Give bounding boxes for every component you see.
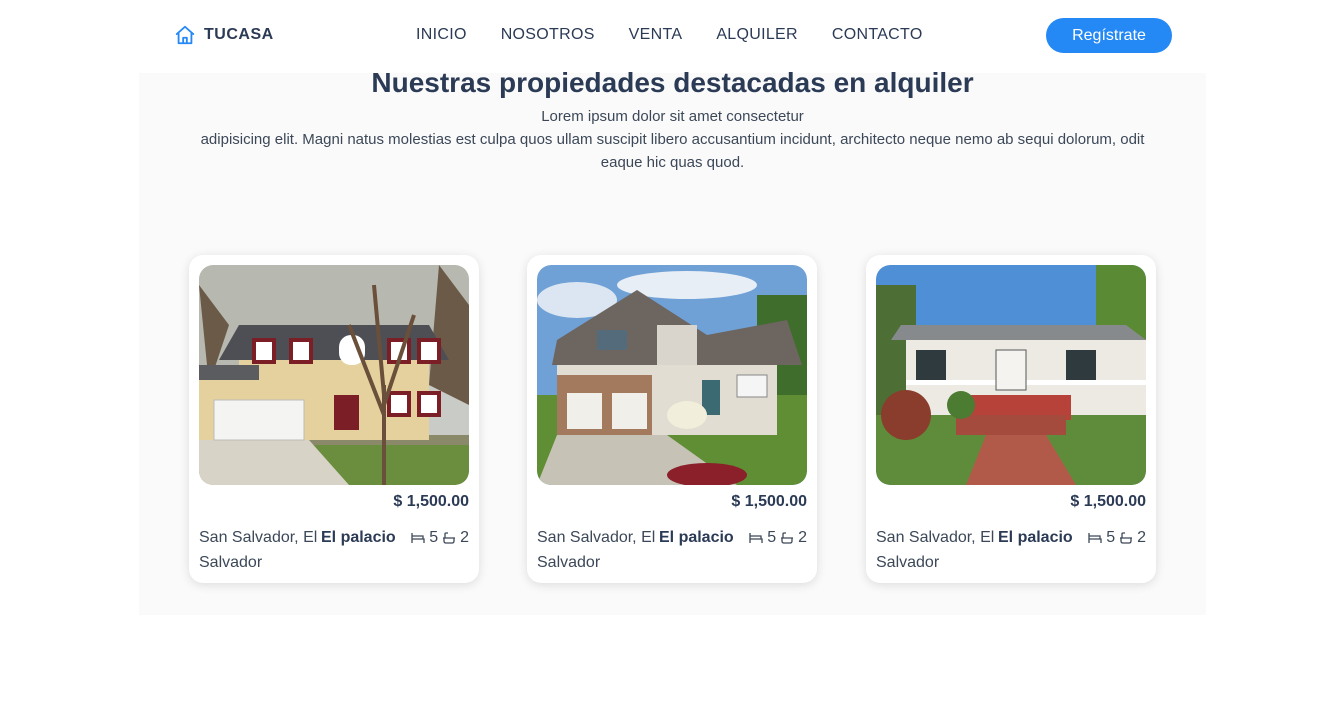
bathroom-count: 2	[798, 529, 807, 546]
property-name: El palacio	[998, 529, 1073, 546]
property-location: San Salvador, El Salvador	[876, 529, 995, 571]
property-price: $ 1,500.00	[393, 493, 469, 510]
register-button[interactable]: Regístrate	[1046, 18, 1172, 53]
section-description: Lorem ipsum dolor sit amet consectetur a…	[199, 105, 1146, 174]
bed-icon	[411, 532, 425, 543]
home-icon	[175, 25, 195, 45]
section-title: Nuestras propiedades destacadas en alqui…	[371, 67, 974, 98]
property-card[interactable]: $ 1,500.00 San Salvador, El Salvador El …	[866, 255, 1156, 583]
description-line-2: adipisicing elit. Magni natus molestias …	[200, 131, 1145, 171]
property-price: $ 1,500.00	[1070, 493, 1146, 510]
property-name: El palacio	[659, 529, 734, 546]
description-line-1: Lorem ipsum dolor sit amet consectetur	[541, 108, 804, 125]
property-features: 5 2	[411, 525, 469, 550]
top-navbar: TUCASA INICIO NOSOTROS VENTA ALQUILER CO…	[0, 0, 1342, 72]
bed-icon	[1088, 532, 1102, 543]
property-price: $ 1,500.00	[731, 493, 807, 510]
property-photo	[199, 265, 469, 485]
nav-link-venta[interactable]: VENTA	[629, 26, 683, 44]
property-card[interactable]: $ 1,500.00 San Salvador, El Salvador El …	[189, 255, 479, 583]
nav-link-inicio[interactable]: INICIO	[416, 26, 467, 44]
bathroom-count: 2	[1137, 529, 1146, 546]
brand-logo[interactable]: TUCASA	[174, 24, 274, 46]
brand-name: TUCASA	[204, 26, 274, 43]
nav-link-alquiler[interactable]: ALQUILER	[716, 26, 798, 44]
bedroom-count: 5	[767, 529, 777, 546]
bath-icon	[1120, 531, 1133, 544]
property-location: San Salvador, El Salvador	[199, 529, 318, 571]
nav-link-nosotros[interactable]: NOSOTROS	[501, 26, 595, 44]
bath-icon	[781, 531, 794, 544]
property-features: 5 2	[749, 525, 807, 550]
featured-rentals-section: Nuestras propiedades destacadas en alqui…	[139, 67, 1206, 615]
bathroom-count: 2	[460, 529, 469, 546]
bedroom-count: 5	[429, 529, 439, 546]
property-photo	[537, 265, 807, 485]
property-location: San Salvador, El Salvador	[537, 529, 656, 571]
property-features: 5 2	[1088, 525, 1146, 550]
bedroom-count: 5	[1106, 529, 1116, 546]
property-photo	[876, 265, 1146, 485]
main-menu: INICIO NOSOTROS VENTA ALQUILER CONTACTO	[416, 26, 923, 44]
nav-link-contacto[interactable]: CONTACTO	[832, 26, 923, 44]
property-name: El palacio	[321, 529, 396, 546]
property-card[interactable]: $ 1,500.00 San Salvador, El Salvador El …	[527, 255, 817, 583]
bed-icon	[749, 532, 763, 543]
bath-icon	[443, 531, 456, 544]
